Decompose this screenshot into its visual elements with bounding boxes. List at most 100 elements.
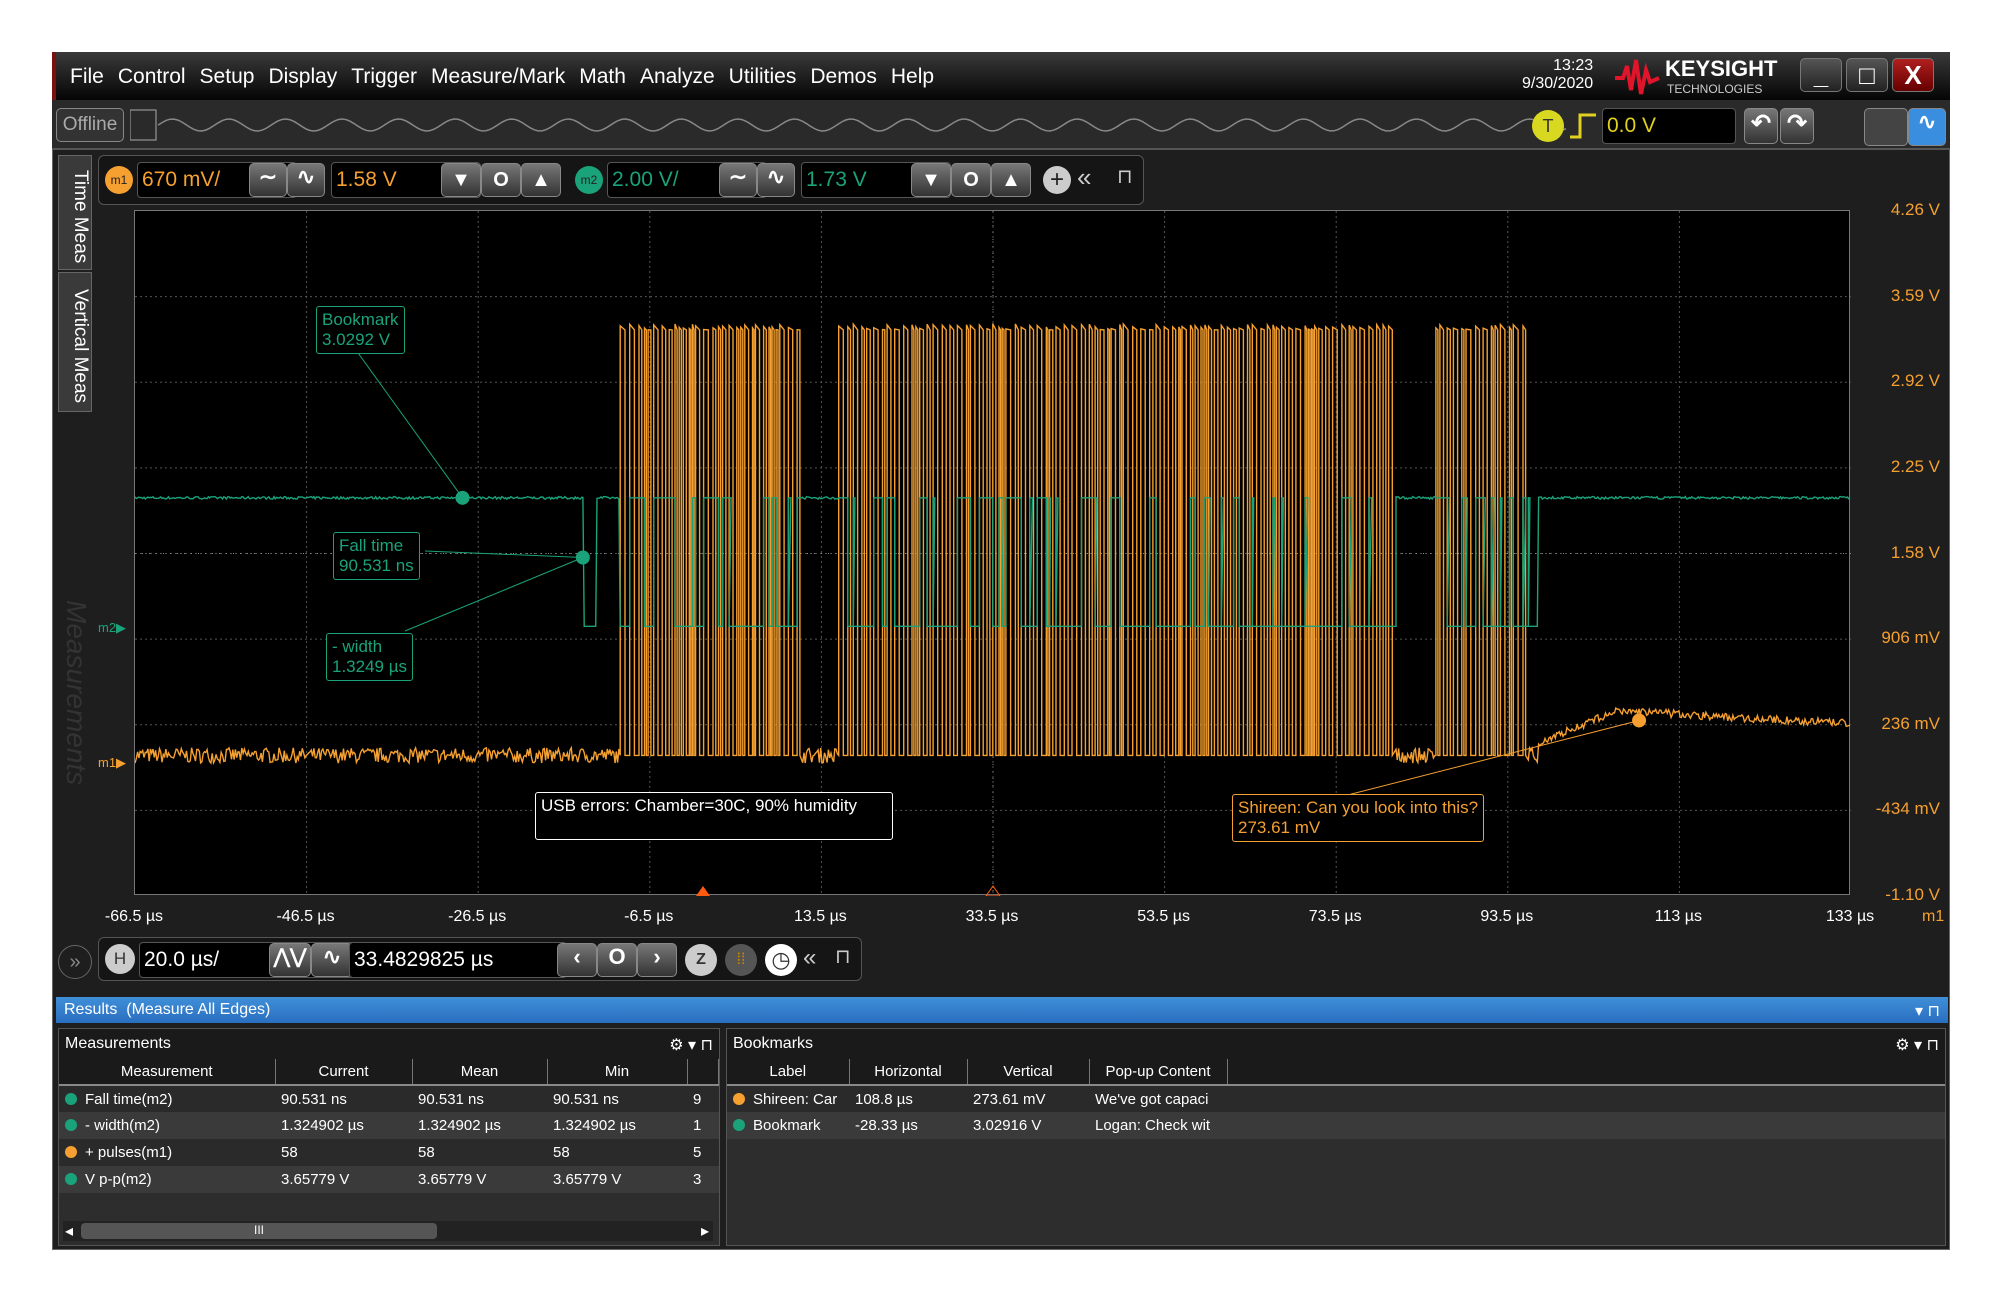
callout-title: Bookmark (322, 310, 399, 329)
fall-time-callout[interactable]: Fall time 90.531 ns (333, 532, 420, 580)
measurement-index-icon (65, 1119, 77, 1131)
menu-display[interactable]: Display (268, 65, 337, 89)
m2-ground-marker[interactable]: m2▶ (98, 620, 126, 636)
menu-analyze[interactable]: Analyze (640, 65, 715, 89)
menu-trigger[interactable]: Trigger (351, 65, 417, 89)
horizontal-bar: H 20.0 µs/ ⋀⋁ ∿ 33.4829825 µs ‹ O › Z ⁞⁞… (98, 937, 862, 981)
horizontal-position-field[interactable]: 33.4829825 µs (349, 942, 567, 978)
menu-utilities[interactable]: Utilities (729, 65, 797, 89)
menu-demos[interactable]: Demos (810, 65, 877, 89)
position-right-button[interactable]: › (637, 943, 677, 977)
close-button[interactable]: X (1892, 58, 1934, 92)
measurement-row[interactable]: Fall time(m2) 90.531 ns 90.531 ns 90.531 ns… (59, 1085, 719, 1112)
column-header[interactable]: Horizontal (849, 1059, 968, 1086)
horizontal-badge[interactable]: H (105, 944, 135, 974)
shireen-callout[interactable]: Shireen: Can you look into this? 273.61 m… (1232, 794, 1485, 842)
column-header[interactable]: Min (547, 1059, 688, 1086)
trigger-level-field[interactable]: 0.0 V (1602, 108, 1736, 144)
callout-value: 90.531 ns (339, 556, 414, 575)
settings-gear-icon[interactable]: ⚙ ▾ ⊓ (669, 1035, 713, 1055)
x-tick-label: 73.5 µs (1308, 908, 1362, 925)
m2-fine-icon[interactable]: ∿ (757, 163, 795, 197)
menu-measure-mark[interactable]: Measure/Mark (431, 65, 565, 89)
measurement-row[interactable]: - width(m2) 1.324902 µs 1.324902 µs 1.32490… (59, 1112, 719, 1139)
minimize-button[interactable]: _ (1800, 58, 1842, 92)
rising-edge-icon[interactable] (1568, 112, 1598, 140)
m1-ground-marker[interactable]: m1▶ (98, 755, 126, 771)
clock-icon[interactable]: ◷ (765, 944, 797, 976)
menu-math[interactable]: Math (579, 65, 626, 89)
measurement-extra: 5 (687, 1139, 719, 1166)
clock-date: 9/30/2020 (1522, 75, 1594, 92)
column-header[interactable]: Label (727, 1059, 850, 1086)
horizontal-scrollbar[interactable]: ◂ III ▸ (63, 1221, 713, 1241)
bookmark-callout[interactable]: Bookmark 3.0292 V (316, 306, 405, 354)
redo-icon[interactable]: ↷ (1780, 108, 1814, 144)
results-title: Results (64, 1001, 118, 1018)
bookmark-row[interactable]: Shireen: Car 108.8 µs 273.61 mV We've got c… (727, 1085, 1945, 1112)
measurement-extra: 3 (687, 1166, 719, 1193)
m1-fine-icon[interactable]: ∿ (287, 163, 325, 197)
y-tick-label: 3.59 V (1890, 285, 1940, 305)
collapse-icon[interactable]: « (803, 944, 816, 972)
column-header[interactable]: Pop-up Content (1089, 1059, 1228, 1086)
maximize-button[interactable]: □ (1846, 58, 1888, 92)
scale-coarse-icon[interactable]: ⋀⋁ (269, 943, 311, 977)
usb-errors-callout[interactable]: USB errors: Chamber=30C, 90% humidity (535, 792, 893, 840)
measurement-name: + pulses(m1) (85, 1144, 173, 1161)
bookmarks-panel: Bookmarks ⚙ ▾ ⊓ Label Horizontal Vertical Po… (726, 1028, 1946, 1246)
measurement-min: 1.324902 µs (547, 1112, 687, 1139)
bookmarks-title: Bookmarks (733, 1035, 814, 1052)
column-header[interactable]: Mean (412, 1059, 548, 1086)
column-header[interactable]: Vertical (967, 1059, 1090, 1086)
m2-zero-button[interactable]: O (951, 163, 991, 197)
bookmark-label: Shireen: Car (753, 1090, 838, 1108)
menu-file[interactable]: File (70, 65, 104, 89)
column-header[interactable]: Measurement (59, 1059, 276, 1086)
offline-button[interactable]: Offline (56, 108, 124, 142)
measurement-row[interactable]: V p-p(m2) 3.65779 V 3.65779 V 3.65779 V3 (59, 1166, 719, 1193)
bookmark-point (455, 490, 470, 505)
menu-help[interactable]: Help (891, 65, 934, 89)
position-left-button[interactable]: ‹ (557, 943, 597, 977)
measurement-row[interactable]: + pulses(m1) 58 58 58 5 (59, 1139, 719, 1166)
m2-badge[interactable]: m2 (575, 166, 603, 194)
bookmarks-gear-icon[interactable]: ⚙ ▾ ⊓ (1895, 1035, 1939, 1055)
m2-down-button[interactable]: ▼ (911, 163, 951, 197)
add-channel-icon[interactable]: + (1043, 166, 1071, 194)
expand-icon[interactable]: » (58, 945, 92, 979)
pin-icon[interactable]: ⊓ (1117, 164, 1133, 189)
tab-vertical-meas[interactable]: Vertical Meas (58, 272, 92, 412)
bookmark-row[interactable]: Bookmark -28.33 µs 3.02916 V Logan: Check w… (727, 1112, 1945, 1139)
autoscale-icon[interactable]: ∿ (1908, 108, 1946, 146)
menu-control[interactable]: Control (118, 65, 186, 89)
column-header[interactable]: Current (275, 1059, 413, 1086)
results-header: Results (Measure All Edges) ▾ ⊓ (56, 997, 1948, 1023)
bookmark-vertical: 273.61 mV (967, 1085, 1089, 1112)
scrollbar-thumb[interactable]: III (81, 1223, 437, 1239)
layout-icon[interactable] (1864, 108, 1908, 146)
m2-up-button[interactable]: ▲ (991, 163, 1031, 197)
m1-down-button[interactable]: ▼ (441, 163, 481, 197)
m2-coarse-icon[interactable]: ∼ (719, 163, 757, 197)
menu-setup[interactable]: Setup (200, 65, 255, 89)
pin-icon[interactable]: ⊓ (835, 944, 851, 969)
position-zero-button[interactable]: O (597, 943, 637, 977)
bookmarks-table: Label Horizontal Vertical Pop-up Content Shi… (727, 1059, 1945, 1139)
measurement-min: 58 (547, 1139, 687, 1166)
undo-icon[interactable]: ↶ (1744, 108, 1778, 144)
measurement-current: 90.531 ns (275, 1085, 412, 1112)
keysight-logo: KEYSIGHT TECHNOLOGIES (1615, 56, 1805, 103)
m1-badge[interactable]: m1 (105, 166, 133, 194)
m1-coarse-icon[interactable]: ∼ (249, 163, 287, 197)
measurement-current: 3.65779 V (275, 1166, 412, 1193)
width-callout[interactable]: - width 1.3249 µs (326, 633, 414, 681)
collapse-icon[interactable]: « (1077, 162, 1091, 193)
m1-zero-button[interactable]: O (481, 163, 521, 197)
tab-time-meas[interactable]: Time Meas (58, 155, 92, 270)
gating-icon[interactable]: ⁞⁞ (725, 944, 757, 976)
zoom-icon[interactable]: Z (685, 944, 717, 976)
m1-up-button[interactable]: ▲ (521, 163, 561, 197)
trigger-badge[interactable]: T (1532, 110, 1564, 142)
scale-fine-icon[interactable]: ∿ (311, 943, 353, 977)
